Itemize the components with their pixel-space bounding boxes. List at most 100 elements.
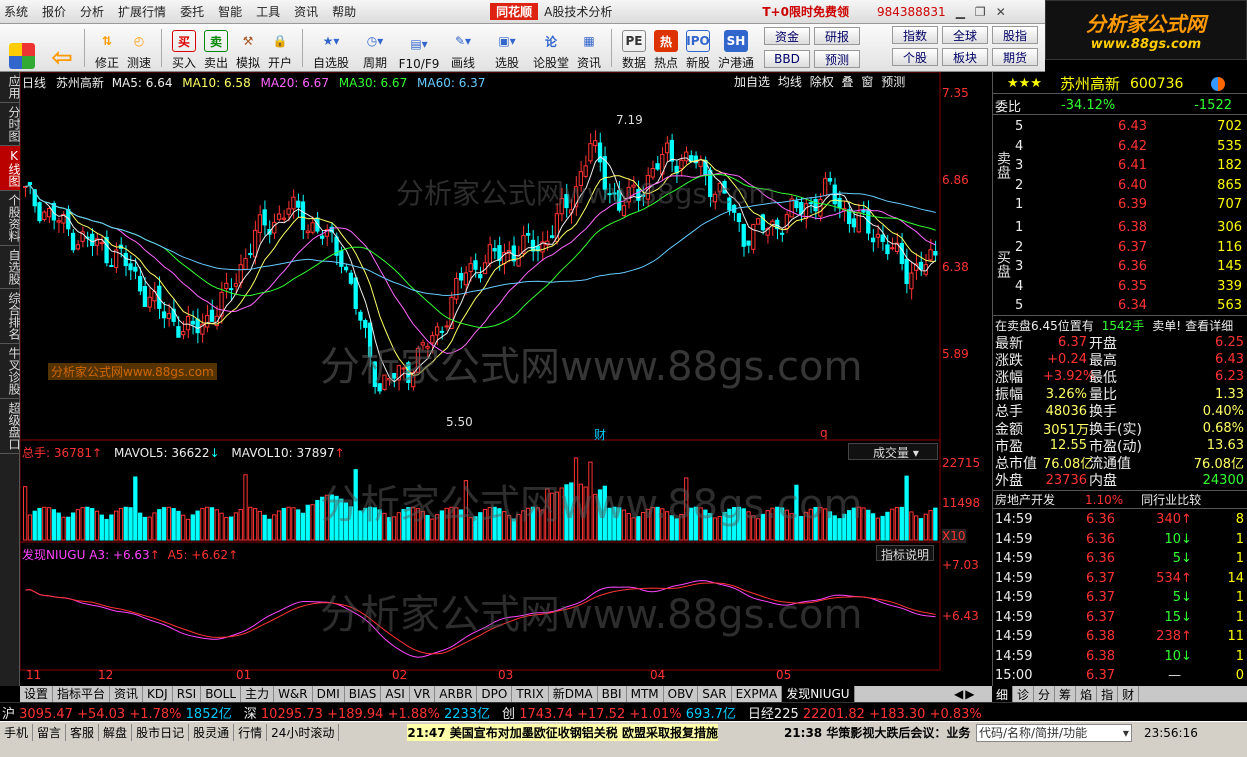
sell-button[interactable]: 卖卖出 bbox=[200, 25, 232, 71]
scroll-right-icon[interactable]: ▶ bbox=[965, 687, 974, 701]
sidebar-item-kline[interactable]: K线图 bbox=[0, 146, 21, 191]
indicator-help-button[interactable]: 指标说明 bbox=[876, 545, 935, 562]
tab-indicator-10[interactable]: ASI bbox=[381, 686, 410, 702]
forecast-button[interactable]: 预测 bbox=[814, 50, 860, 68]
layout-button[interactable] bbox=[6, 25, 38, 71]
sidebar-item-watchlist[interactable]: 自选股 bbox=[0, 246, 21, 289]
futures-button[interactable]: 期货 bbox=[992, 48, 1038, 66]
tab-indicator-18[interactable]: OBV bbox=[664, 686, 699, 702]
tab-detail-5[interactable]: 指 bbox=[1097, 685, 1119, 703]
sell-level-row[interactable]: 2 6.40 865 bbox=[993, 176, 1247, 195]
status-quotes[interactable]: 行情 bbox=[234, 724, 268, 741]
ipo-button[interactable]: IPO 新股 bbox=[682, 25, 714, 71]
tab-detail-6[interactable]: 财 bbox=[1118, 685, 1140, 703]
sell-level-row[interactable]: 4 6.42 535 bbox=[993, 137, 1247, 156]
tab-indicator-19[interactable]: SAR bbox=[698, 686, 732, 702]
tab-indicator-0[interactable]: 设置 bbox=[20, 686, 54, 702]
news-headline-2[interactable]: 21:38 华策影视大跌后会议：业务 bbox=[784, 724, 972, 741]
ma-button[interactable]: 均线 bbox=[778, 75, 802, 89]
stock-index-button[interactable]: 股指 bbox=[992, 26, 1038, 44]
draw-button[interactable]: ✎▾ 画线 bbox=[441, 25, 485, 71]
menu-help[interactable]: 帮助 bbox=[332, 3, 356, 20]
tab-indicator-14[interactable]: TRIX bbox=[512, 686, 549, 702]
view-detail-link[interactable]: 查看详细 bbox=[1185, 317, 1233, 334]
tab-indicator-9[interactable]: BIAS bbox=[345, 686, 382, 702]
menu-quote[interactable]: 报价 bbox=[42, 3, 66, 20]
sidebar-item-apps[interactable]: 应用 bbox=[0, 72, 21, 103]
tab-indicator-1[interactable]: 指标平台 bbox=[53, 686, 111, 702]
tab-indicator-8[interactable]: DMI bbox=[313, 686, 345, 702]
finance-marker[interactable]: 财 bbox=[594, 426, 606, 443]
tab-detail-2[interactable]: 分 bbox=[1034, 685, 1056, 703]
simulate-button[interactable]: ⚒ 模拟 bbox=[232, 25, 264, 71]
status-service[interactable]: 客服 bbox=[66, 724, 100, 741]
scroll-left-icon[interactable]: ◀ bbox=[954, 687, 963, 701]
globe-icon[interactable] bbox=[1211, 76, 1226, 91]
fund-button[interactable]: 资金 bbox=[764, 27, 810, 45]
status-analysis[interactable]: 解盘 bbox=[99, 724, 133, 741]
tab-indicator-11[interactable]: VR bbox=[410, 686, 436, 702]
tab-indicator-17[interactable]: MTM bbox=[627, 686, 664, 702]
screener-button[interactable]: ▣▾ 选股 bbox=[485, 25, 529, 71]
data-button[interactable]: PE 数据 bbox=[618, 25, 650, 71]
tab-detail-0[interactable]: 细 bbox=[992, 685, 1014, 703]
buy-button[interactable]: 买买入 bbox=[168, 25, 200, 71]
tab-indicator-21[interactable]: 发现NIUGU bbox=[782, 686, 855, 702]
menu-ext-market[interactable]: 扩展行情 bbox=[118, 3, 166, 20]
tab-detail-3[interactable]: 筹 bbox=[1055, 685, 1077, 703]
ticker-item[interactable]: 沪 3095.47 +54.03 +1.78% 1852亿 bbox=[2, 703, 232, 722]
status-rolling[interactable]: 24小时滚动 bbox=[267, 724, 340, 741]
sell-level-row[interactable]: 5 6.43 702 bbox=[993, 117, 1247, 136]
sidebar-item-diagnosis[interactable]: 牛叉诊股 bbox=[0, 344, 21, 399]
forum-button[interactable]: 论论股堂 bbox=[529, 25, 573, 71]
tab-indicator-20[interactable]: EXPMA bbox=[732, 686, 783, 702]
hk-connect-button[interactable]: SH 沪港通 bbox=[714, 25, 758, 71]
sidebar-item-profile[interactable]: 个股资料 bbox=[0, 191, 21, 246]
exright-button[interactable]: 除权 bbox=[810, 75, 834, 89]
status-diary[interactable]: 股市日记 bbox=[132, 724, 190, 741]
menu-system[interactable]: 系统 bbox=[4, 3, 28, 20]
volume-selector[interactable]: 成交量 ▾ bbox=[848, 443, 938, 460]
ticker-item[interactable]: 深 10295.73 +189.94 +1.88% 2233亿 bbox=[244, 703, 490, 722]
status-linktong[interactable]: 股灵通 bbox=[189, 724, 235, 741]
sell-level-row[interactable]: 3 6.41 182 bbox=[993, 156, 1247, 175]
tab-indicator-4[interactable]: RSI bbox=[173, 686, 202, 702]
open-account-button[interactable]: 🔒 开户 bbox=[264, 25, 296, 71]
info-button[interactable]: ▦ 资讯 bbox=[573, 25, 605, 71]
speedtest-button[interactable]: ◴ 测速 bbox=[123, 25, 155, 71]
watchlist-button[interactable]: ★▾ 自选股 bbox=[309, 25, 353, 71]
tab-indicator-3[interactable]: KDJ bbox=[143, 686, 173, 702]
close-icon[interactable]: ✕ bbox=[996, 5, 1006, 19]
sidebar-item-orderbook[interactable]: 超级盘口 bbox=[0, 399, 21, 454]
tab-indicator-2[interactable]: 资讯 bbox=[110, 686, 144, 702]
tab-indicator-6[interactable]: 主力 bbox=[241, 686, 275, 702]
tab-indicator-5[interactable]: BOLL bbox=[201, 686, 242, 702]
sector-name[interactable]: 房地产开发 bbox=[995, 491, 1055, 508]
buy-level-row[interactable]: 4 6.35 339 bbox=[993, 277, 1247, 296]
buy-level-row[interactable]: 2 6.37 116 bbox=[993, 238, 1247, 257]
index-button[interactable]: 指数 bbox=[892, 26, 938, 44]
tab-indicator-16[interactable]: BBI bbox=[598, 686, 627, 702]
buy-level-row[interactable]: 1 6.38 306 bbox=[993, 218, 1247, 237]
stock-button[interactable]: 个股 bbox=[892, 48, 938, 66]
menu-news[interactable]: 资讯 bbox=[294, 3, 318, 20]
ticker-item[interactable]: 日经225 22201.82 +183.30 +0.83% bbox=[748, 703, 982, 722]
restore-icon[interactable]: ❐ bbox=[975, 5, 986, 19]
news-headline-1[interactable]: 21:47 美国宣布对加墨欧征收钢铝关税 欧盟采取报复措施 bbox=[407, 724, 718, 741]
ticker-item[interactable]: 创 1743.74 +17.52 +1.01% 693.7亿 bbox=[502, 703, 736, 722]
add-watch-button[interactable]: 加自选 bbox=[734, 75, 770, 89]
f10-button[interactable]: ▤▾ F10/F9 bbox=[397, 25, 441, 71]
window-button[interactable]: 窗 bbox=[861, 75, 873, 89]
sector-button[interactable]: 板块 bbox=[942, 48, 988, 66]
tab-indicator-12[interactable]: ARBR bbox=[435, 686, 478, 702]
sidebar-item-ranking[interactable]: 综合排名 bbox=[0, 289, 21, 344]
menu-trade[interactable]: 委托 bbox=[180, 3, 204, 20]
sidebar-item-timeshare[interactable]: 分时图 bbox=[0, 103, 21, 146]
menu-analysis[interactable]: 分析 bbox=[80, 3, 104, 20]
compare-link[interactable]: 同行业比较 bbox=[1141, 491, 1201, 508]
hot-button[interactable]: 热热点 bbox=[650, 25, 682, 71]
period-button[interactable]: ◷▾ 周期 bbox=[353, 25, 397, 71]
minimize-icon[interactable]: ▁ bbox=[956, 5, 965, 19]
predict-button[interactable]: 预测 bbox=[881, 75, 905, 89]
tab-detail-1[interactable]: 诊 bbox=[1013, 685, 1035, 703]
